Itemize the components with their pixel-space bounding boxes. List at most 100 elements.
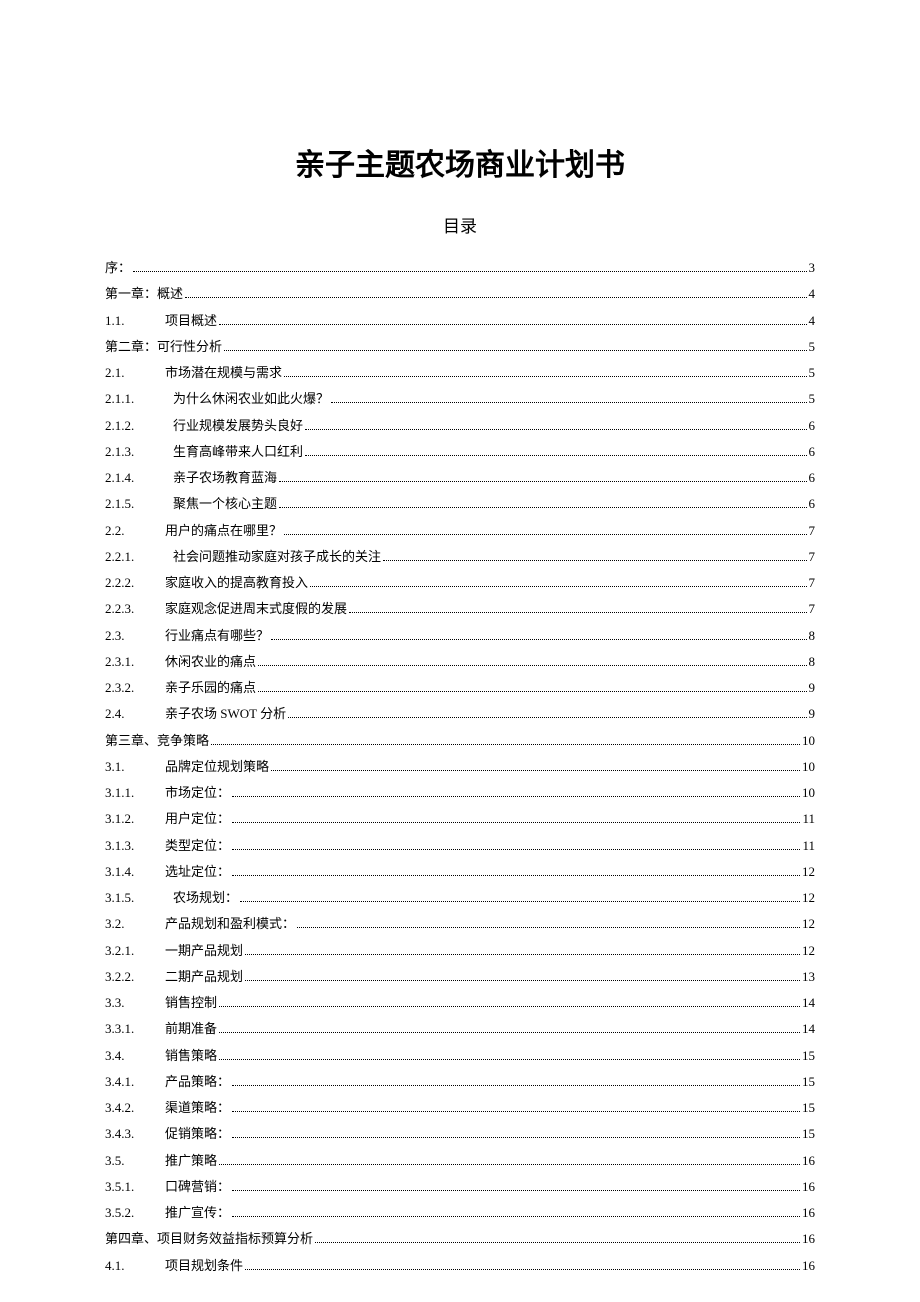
- toc-entry-page: 6: [809, 413, 816, 439]
- toc-entry: 3.1.1.市场定位：10: [105, 780, 815, 806]
- toc-entry-text: 为什么休闲农业如此火爆？: [173, 386, 329, 412]
- toc-leader-dots: [224, 350, 806, 351]
- toc-entry-page: 7: [809, 596, 816, 622]
- toc-leader-dots: [288, 717, 806, 718]
- toc-leader-dots: [279, 481, 806, 482]
- toc-entry-number: 3.2.: [105, 911, 165, 937]
- toc-entry-text: 用户的痛点在哪里？: [165, 518, 282, 544]
- toc-entry-number: 3.1.5.: [105, 885, 173, 911]
- toc-entry-page: 11: [802, 806, 815, 832]
- toc-entry-number: 第四章、: [105, 1226, 157, 1252]
- toc-entry-text: 渠道策略：: [165, 1095, 230, 1121]
- toc-entry-page: 9: [809, 701, 816, 727]
- toc-leader-dots: [211, 744, 800, 745]
- toc-leader-dots: [185, 297, 806, 298]
- toc-entry-text: 项目财务效益指标预算分析: [157, 1226, 313, 1252]
- toc-entry-text: 概述: [157, 281, 183, 307]
- toc-entry-text: 二期产品规划: [165, 964, 243, 990]
- toc-leader-dots: [279, 507, 806, 508]
- toc-entry-number: 3.1.1.: [105, 780, 165, 806]
- toc-entry-text: 用户定位：: [165, 806, 230, 832]
- toc-entry: 2.3.1.休闲农业的痛点8: [105, 649, 815, 675]
- toc-entry: 序：3: [105, 255, 815, 281]
- toc-entry-number: 2.1.2.: [105, 413, 173, 439]
- toc-entry: 2.2.2.家庭收入的提高教育投入7: [105, 570, 815, 596]
- toc-entry-text: 行业规模发展势头良好: [173, 413, 303, 439]
- toc-entry-text: 家庭收入的提高教育投入: [165, 570, 308, 596]
- toc-entry-text: 销售控制: [165, 990, 217, 1016]
- toc-entry-number: 1.1.: [105, 308, 165, 334]
- toc-leader-dots: [271, 639, 806, 640]
- toc-entry-page: 10: [802, 728, 815, 754]
- toc-entry: 第三章、竞争策略10: [105, 728, 815, 754]
- toc-entry-number: 4.1.: [105, 1253, 165, 1279]
- toc-leader-dots: [232, 1216, 800, 1217]
- toc-leader-dots: [240, 901, 800, 902]
- toc-entry-page: 16: [802, 1226, 815, 1252]
- toc-entry-number: 第二章：: [105, 334, 157, 360]
- toc-entry-text: 行业痛点有哪些？: [165, 623, 269, 649]
- toc-entry-text: 促销策略：: [165, 1121, 230, 1147]
- toc-entry-text: 休闲农业的痛点: [165, 649, 256, 675]
- toc-entry: 第二章：可行性分析5: [105, 334, 815, 360]
- toc-leader-dots: [245, 954, 800, 955]
- toc-entry-number: 3.2.1.: [105, 938, 165, 964]
- toc-entry-page: 8: [809, 649, 816, 675]
- toc-entry: 2.3.2.亲子乐园的痛点9: [105, 675, 815, 701]
- toc-entry: 2.1.2.行业规模发展势头良好 6: [105, 413, 815, 439]
- toc-entry-text: 聚焦一个核心主题: [173, 491, 277, 517]
- toc-entry-number: 2.2.2.: [105, 570, 165, 596]
- toc-entry-text: 销售策略: [165, 1043, 217, 1069]
- toc-entry-page: 10: [802, 780, 815, 806]
- toc-entry-text: 产品规划和盈利模式：: [165, 911, 295, 937]
- toc-entry-number: 3.2.2.: [105, 964, 165, 990]
- toc-entry-text: 项目规划条件: [165, 1253, 243, 1279]
- toc-entry-text: 农场规划：: [173, 885, 238, 911]
- toc-entry-text: 口碑营销：: [165, 1174, 230, 1200]
- toc-entry: 2.1.1.为什么休闲农业如此火爆？5: [105, 386, 815, 412]
- toc-entry: 3.2.产品规划和盈利模式： 12: [105, 911, 815, 937]
- toc-entry-text: 一期产品规划: [165, 938, 243, 964]
- toc-leader-dots: [310, 586, 806, 587]
- toc-entry-text: 竞争策略: [157, 728, 209, 754]
- toc-leader-dots: [349, 612, 806, 613]
- toc-entry: 3.1.3.类型定位：11: [105, 833, 815, 859]
- toc-entry: 3.1.品牌定位规划策略10: [105, 754, 815, 780]
- toc-entry-text: 推广宣传：: [165, 1200, 230, 1226]
- toc-leader-dots: [232, 1111, 800, 1112]
- toc-entry-text: 生育高峰带来人口红利: [173, 439, 303, 465]
- toc-entry-number: 3.1.2.: [105, 806, 165, 832]
- toc-entry-number: 3.3.1.: [105, 1016, 165, 1042]
- toc-leader-dots: [232, 1190, 800, 1191]
- toc-entry: 2.4.亲子农场 SWOT 分析 9: [105, 701, 815, 727]
- toc-entry-number: 2.3.: [105, 623, 165, 649]
- toc-entry-text: 选址定位：: [165, 859, 230, 885]
- toc-entry: 3.4.2.渠道策略：15: [105, 1095, 815, 1121]
- toc-entry-number: 2.2.1.: [105, 544, 173, 570]
- toc-entry: 3.1.2.用户定位： 11: [105, 806, 815, 832]
- toc-entry: 3.3.1.前期准备14: [105, 1016, 815, 1042]
- toc-entry-number: 3.1.3.: [105, 833, 165, 859]
- toc-entry-number: 2.1.3.: [105, 439, 173, 465]
- toc-entry: 3.5.1.口碑营销：16: [105, 1174, 815, 1200]
- toc-entry-text: 亲子农场 SWOT 分析: [165, 701, 286, 727]
- toc-entry: 1.1.项目概述4: [105, 308, 815, 334]
- toc-leader-dots: [271, 770, 800, 771]
- table-of-contents: 序：3第一章：概述41.1.项目概述4第二章：可行性分析52.1.市场潜在规模与…: [105, 255, 815, 1279]
- toc-entry-page: 6: [809, 465, 816, 491]
- toc-entry-number: 3.5.2.: [105, 1200, 165, 1226]
- toc-leader-dots: [305, 455, 806, 456]
- toc-entry-page: 14: [802, 990, 815, 1016]
- toc-entry-number: 3.4.2.: [105, 1095, 165, 1121]
- toc-entry: 3.1.4.选址定位：12: [105, 859, 815, 885]
- toc-leader-dots: [297, 927, 800, 928]
- toc-entry-page: 7: [809, 518, 816, 544]
- toc-entry-number: 3.4.: [105, 1043, 165, 1069]
- toc-entry-text: 市场潜在规模与需求: [165, 360, 282, 386]
- toc-leader-dots: [315, 1242, 800, 1243]
- toc-entry-text: 产品策略：: [165, 1069, 230, 1095]
- toc-entry-number: 2.2.: [105, 518, 165, 544]
- toc-entry-number: 2.4.: [105, 701, 165, 727]
- toc-entry: 3.2.1.一期产品规划12: [105, 938, 815, 964]
- toc-entry-page: 12: [802, 911, 815, 937]
